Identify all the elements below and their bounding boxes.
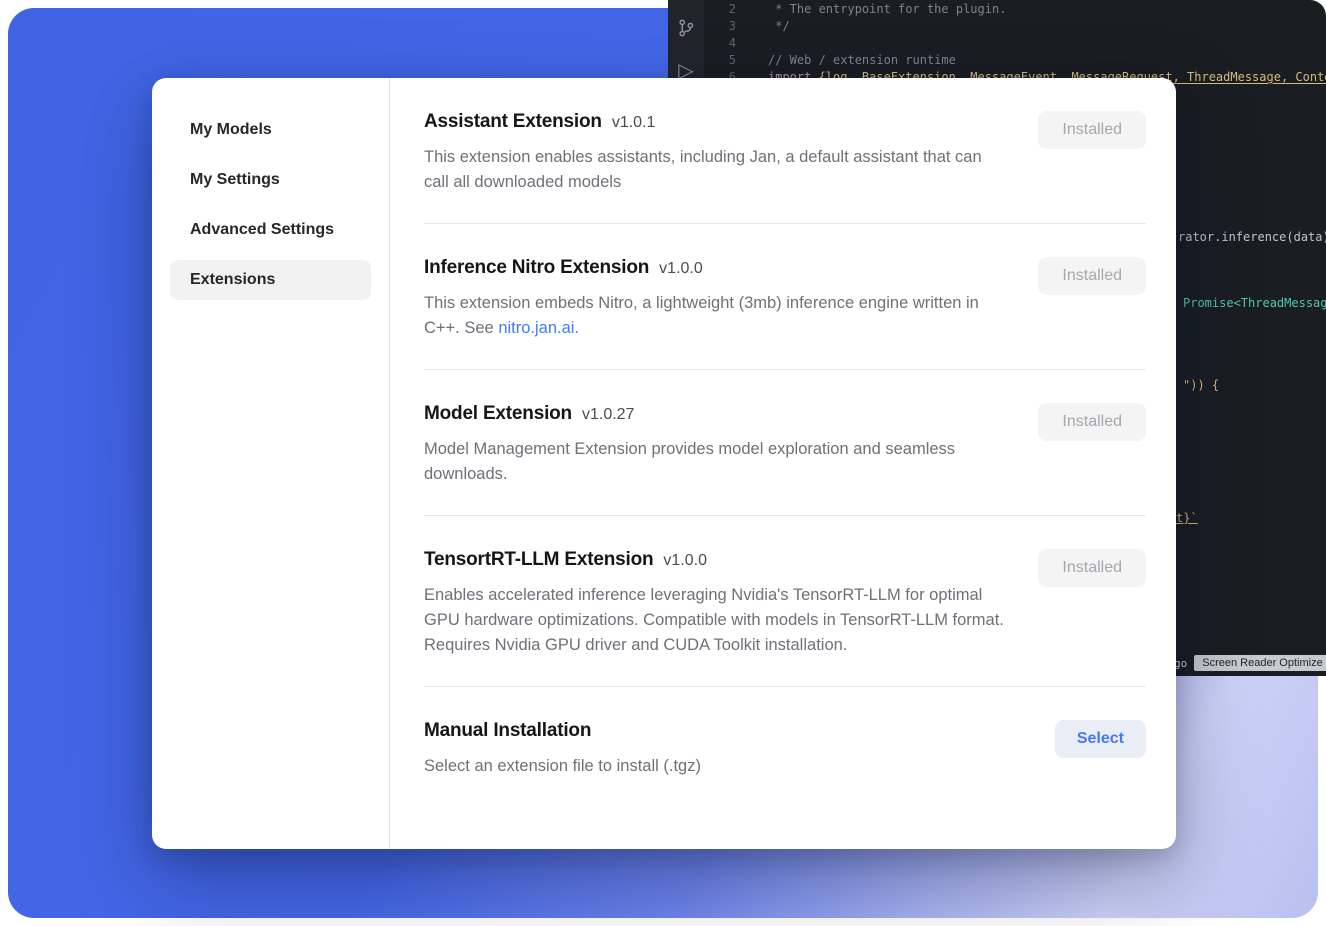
settings-sidebar: My Models My Settings Advanced Settings …	[152, 78, 390, 849]
extension-name: TensortRT-LLM Extension	[424, 549, 653, 571]
line-number: 4	[708, 35, 736, 52]
extension-name: Inference Nitro Extension	[424, 257, 649, 279]
sidebar-item-extensions[interactable]: Extensions	[170, 260, 371, 300]
code-fragment: ")) {	[1183, 378, 1219, 392]
code-line: 5// Web / extension runtime	[708, 52, 1326, 69]
extension-title-row: Inference Nitro Extension v1.0.0	[424, 257, 1009, 279]
sidebar-item-advanced-settings[interactable]: Advanced Settings	[170, 210, 371, 250]
select-file-button[interactable]: Select	[1055, 720, 1146, 758]
extensions-panel: Assistant Extension v1.0.1 This extensio…	[390, 78, 1176, 849]
code-line: 3 */	[708, 18, 1326, 35]
extension-description: This extension enables assistants, inclu…	[424, 145, 1009, 195]
extension-description: This extension embeds Nitro, a lightweig…	[424, 291, 1009, 341]
extension-title-row: Assistant Extension v1.0.1	[424, 111, 1009, 133]
extension-description: Select an extension file to install (.tg…	[424, 754, 701, 779]
code-area: 2 * The entrypoint for the plugin. 3 */ …	[708, 1, 1326, 86]
manual-installation-section: Manual Installation Select an extension …	[424, 686, 1146, 807]
extension-description: Model Management Extension provides mode…	[424, 437, 1009, 487]
extension-version: v1.0.0	[659, 260, 703, 278]
extension-section-tensorrt: TensortRT-LLM Extension v1.0.0 Enables a…	[424, 515, 1146, 686]
extension-title-row: TensortRT-LLM Extension v1.0.0	[424, 549, 1009, 571]
installed-button[interactable]: Installed	[1038, 111, 1146, 149]
extension-title-row: Manual Installation	[424, 720, 701, 742]
settings-modal: My Models My Settings Advanced Settings …	[152, 78, 1176, 849]
sidebar-item-my-settings[interactable]: My Settings	[170, 160, 371, 200]
extension-name: Assistant Extension	[424, 111, 602, 133]
extension-title-row: Model Extension v1.0.27	[424, 403, 1009, 425]
extension-section-nitro: Inference Nitro Extension v1.0.0 This ex…	[424, 223, 1146, 369]
editor-status-bar: go Screen Reader Optimize	[1174, 655, 1326, 671]
code-fragment: Promise<ThreadMessage>	[1183, 296, 1326, 310]
code-fragment: t}`	[1176, 511, 1198, 525]
extension-version: v1.0.1	[612, 114, 656, 132]
installed-button[interactable]: Installed	[1038, 257, 1146, 295]
line-number: 3	[708, 18, 736, 35]
code-fragment: rator.inference(data));	[1178, 230, 1326, 244]
nitro-jan-ai-link[interactable]: nitro.jan.ai.	[498, 319, 579, 337]
extension-name: Manual Installation	[424, 720, 591, 742]
sidebar-item-my-models[interactable]: My Models	[170, 110, 371, 150]
installed-button[interactable]: Installed	[1038, 403, 1146, 441]
extension-name: Model Extension	[424, 403, 572, 425]
code-line: 2 * The entrypoint for the plugin.	[708, 1, 1326, 18]
screen-reader-chip[interactable]: Screen Reader Optimize	[1194, 655, 1326, 671]
source-control-icon[interactable]	[674, 16, 698, 40]
extension-description: Enables accelerated inference leveraging…	[424, 583, 1009, 658]
extension-version: v1.0.0	[663, 552, 707, 570]
line-number: 5	[708, 52, 736, 69]
code-line: 4	[708, 35, 1326, 52]
screen: ▷ 2 * The entrypoint for the plugin. 3 *…	[0, 0, 1326, 926]
extension-section-model: Model Extension v1.0.27 Model Management…	[424, 369, 1146, 515]
installed-button[interactable]: Installed	[1038, 549, 1146, 587]
line-number: 2	[708, 1, 736, 18]
extension-section-assistant: Assistant Extension v1.0.1 This extensio…	[424, 78, 1146, 223]
extension-version: v1.0.27	[582, 406, 634, 424]
